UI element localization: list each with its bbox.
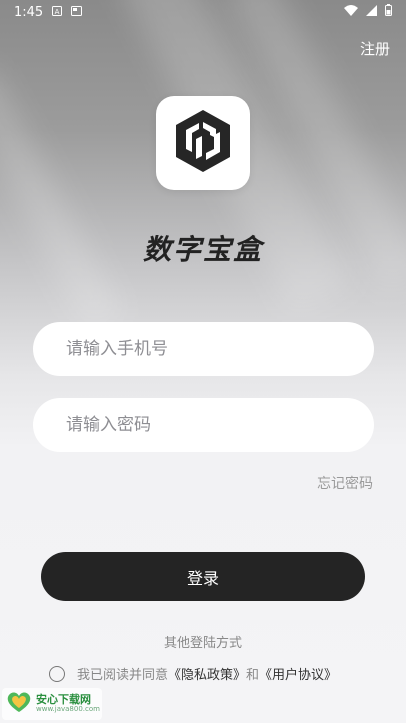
- privacy-policy-link[interactable]: 《隐私政策》: [168, 664, 246, 683]
- other-login-methods-label[interactable]: 其他登陆方式: [0, 632, 406, 651]
- register-link[interactable]: 注册: [360, 38, 390, 59]
- svg-text:A: A: [55, 8, 60, 16]
- status-bar: 1:45 A: [0, 0, 406, 24]
- phone-input[interactable]: [33, 322, 374, 376]
- cellular-signal-icon: [366, 4, 377, 20]
- wifi-icon: [344, 4, 358, 20]
- agreement-prefix: 我已阅读并同意: [77, 668, 169, 683]
- password-input[interactable]: [33, 398, 374, 452]
- watermark-heart-logo: [6, 690, 32, 718]
- agreement-conjunction: 和: [246, 668, 260, 683]
- battery-icon: [385, 4, 392, 20]
- agreement-row: 我已阅读并同意 《隐私政策》 和 《用户协议》: [49, 664, 337, 683]
- login-button[interactable]: 登录: [41, 552, 365, 601]
- watermark-url: www.java800.com: [36, 705, 100, 714]
- notification-a-icon: A: [52, 5, 63, 20]
- forgot-password-link[interactable]: 忘记密码: [317, 473, 373, 493]
- agreement-text: 我已阅读并同意 《隐私政策》 和 《用户协议》: [77, 664, 337, 683]
- agreement-radio[interactable]: [49, 665, 65, 682]
- watermark: 安心下载网 www.java800.com: [2, 688, 102, 720]
- user-agreement-link[interactable]: 《用户协议》: [259, 664, 337, 683]
- app-logo: [156, 96, 250, 190]
- screen-icon: [71, 5, 83, 20]
- cube-logo-icon: [172, 108, 234, 178]
- status-time: 1:45: [14, 4, 44, 20]
- app-title: 数字宝盒: [142, 233, 263, 266]
